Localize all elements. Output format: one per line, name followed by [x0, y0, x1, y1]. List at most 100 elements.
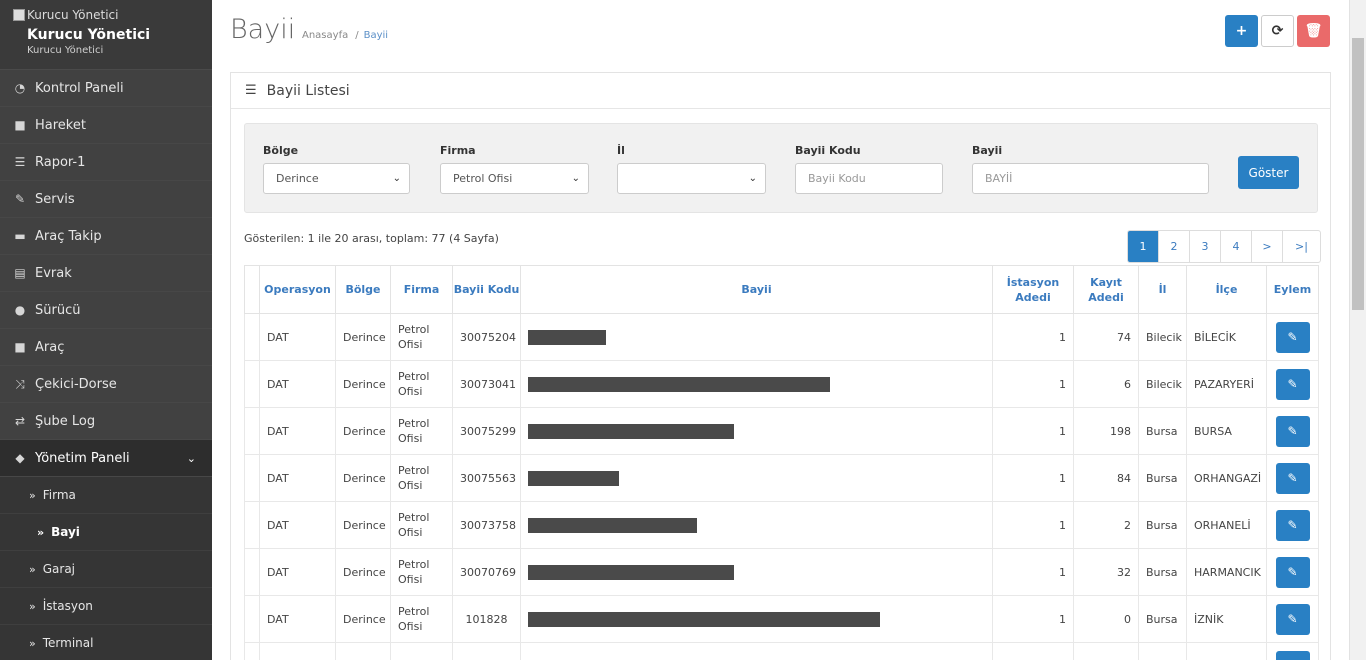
district-cell: PAZARYERİ	[1186, 360, 1267, 408]
district-cell: HARMANCIK	[1186, 548, 1267, 596]
chevron-down-icon: ⌄	[186, 451, 196, 465]
records-cell: 84	[1073, 454, 1139, 502]
vertical-scrollbar[interactable]	[1349, 0, 1366, 660]
page-2-button[interactable]: 2	[1159, 231, 1190, 262]
city-select[interactable]: ⌄	[617, 163, 766, 194]
code-cell: 101828	[452, 595, 521, 643]
redacted-dealer-name	[528, 564, 734, 580]
sidebar-subitem-terminal[interactable]: » Terminal	[0, 625, 212, 660]
edit-button[interactable]: ✎	[1275, 462, 1310, 494]
operation-cell: DAT	[259, 501, 336, 549]
sidebar-subitem-dealer[interactable]: » Bayi	[0, 514, 212, 551]
code-cell: 30073758	[452, 501, 521, 549]
delete-button[interactable]: 🗑	[1297, 15, 1330, 47]
city-cell: Bursa	[1138, 407, 1187, 455]
sidebar-item-service[interactable]: ✎ Servis	[0, 181, 212, 218]
page-3-button[interactable]: 3	[1190, 231, 1221, 262]
refresh-button[interactable]: ⟳	[1261, 15, 1294, 47]
operation-cell: DAT	[259, 360, 336, 408]
sidebar-item-branch-log[interactable]: ⇄ Şube Log	[0, 403, 212, 440]
column-header-operation[interactable]: Operasyon	[259, 265, 336, 314]
sidebar-item-vehicle-tracking[interactable]: ▬ Araç Takip	[0, 218, 212, 255]
dealer-input[interactable]: BAYİİ	[972, 163, 1209, 194]
double-chevron-right-icon: »	[29, 599, 36, 613]
truck-icon: ■	[14, 340, 26, 354]
sidebar-item-movement[interactable]: ■ Hareket	[0, 107, 212, 144]
exchange-icon: ⇄	[14, 414, 26, 428]
edit-button[interactable]: ✎	[1275, 650, 1310, 660]
region-select[interactable]: Derince ⌄	[263, 163, 410, 194]
action-cell: ✎	[1266, 407, 1319, 455]
show-button[interactable]: Göster	[1238, 156, 1299, 189]
dealer-cell	[520, 313, 993, 361]
redacted-dealer-name	[528, 329, 606, 345]
edit-button[interactable]: ✎	[1275, 368, 1310, 400]
chevron-down-icon: ⌄	[571, 173, 580, 184]
sidebar-subitem-company[interactable]: » Firma	[0, 477, 212, 514]
edit-button[interactable]: ✎	[1275, 509, 1310, 541]
sidebar-item-admin-panel[interactable]: ◆ Yönetim Paneli ⌄	[0, 440, 212, 477]
operation-cell: DAT	[259, 595, 336, 643]
car-icon: ▬	[14, 229, 26, 243]
column-header-stations[interactable]: İstasyon Adedi	[992, 265, 1074, 314]
scrollbar-thumb[interactable]	[1352, 38, 1364, 310]
city-label: İl	[617, 144, 625, 157]
company-select[interactable]: Petrol Ofisi ⌄	[440, 163, 589, 194]
stations-cell: 1	[992, 501, 1074, 549]
page-4-button[interactable]: 4	[1221, 231, 1252, 262]
company-label: Firma	[440, 144, 476, 157]
sidebar-item-control-panel[interactable]: ◔ Kontrol Paneli	[0, 70, 212, 107]
last-page-button[interactable]: >|	[1283, 231, 1320, 262]
region-cell: Derince	[335, 548, 391, 596]
sidebar-item-driver[interactable]: ● Sürücü	[0, 292, 212, 329]
page-title: Bayii	[230, 14, 296, 45]
records-cell: 198	[1073, 407, 1139, 455]
edit-button[interactable]: ✎	[1275, 603, 1310, 635]
records-cell: 0	[1073, 595, 1139, 643]
region-cell: Derince	[335, 407, 391, 455]
breadcrumb-home-link[interactable]: Anasayfa	[302, 30, 348, 41]
edit-button[interactable]: ✎	[1275, 415, 1310, 447]
region-cell: Derince	[335, 313, 391, 361]
avatar: Kurucu Yönetici	[13, 8, 200, 22]
column-header-code[interactable]: Bayii Kodu	[452, 265, 521, 314]
user-icon: ●	[14, 303, 26, 317]
city-filter: İl ⌄	[617, 144, 766, 194]
column-header-district[interactable]: İlçe	[1186, 265, 1267, 314]
sidebar-item-documents[interactable]: ▤ Evrak	[0, 255, 212, 292]
broken-image-icon	[13, 9, 25, 21]
page-1-button[interactable]: 1	[1128, 231, 1159, 262]
panel-header: ☰ Bayii Listesi	[231, 73, 1330, 109]
dealer-code-input[interactable]: Bayii Kodu	[795, 163, 943, 194]
panel-title: Bayii Listesi	[266, 82, 350, 99]
sidebar-item-label: Kontrol Paneli	[35, 80, 124, 96]
edit-button[interactable]: ✎	[1275, 556, 1310, 588]
sidebar-item-tractor-trailer[interactable]: ⤨ Çekici-Dorse	[0, 366, 212, 403]
breadcrumb-current: Bayii	[363, 30, 389, 41]
row-select-cell	[244, 595, 260, 643]
city-cell: Bursa	[1138, 595, 1187, 643]
row-select-cell	[244, 454, 260, 502]
sidebar-item-label: Yönetim Paneli	[35, 450, 130, 466]
sidebar-subitem-station[interactable]: » İstasyon	[0, 588, 212, 625]
edit-button[interactable]: ✎	[1275, 321, 1310, 353]
column-header-records[interactable]: Kayıt Adedi	[1073, 265, 1139, 314]
next-page-button[interactable]: >	[1252, 231, 1283, 262]
action-cell: ✎	[1266, 642, 1319, 660]
dealer-cell	[520, 501, 993, 549]
operation-cell: DAT	[259, 407, 336, 455]
column-header-company[interactable]: Firma	[390, 265, 453, 314]
column-header-select	[244, 265, 260, 314]
dealer-table: Operasyon Bölge Firma Bayii Kodu Bayii İ…	[244, 265, 1319, 660]
column-header-region[interactable]: Bölge	[335, 265, 391, 314]
operation-cell: DAT	[259, 454, 336, 502]
sidebar-subitem-garage[interactable]: » Garaj	[0, 551, 212, 588]
pagination: 1 2 3 4 > >|	[1127, 230, 1321, 263]
records-cell: 6	[1073, 360, 1139, 408]
add-button[interactable]: +	[1225, 15, 1258, 47]
column-header-city[interactable]: İl	[1138, 265, 1187, 314]
sidebar-item-vehicle[interactable]: ■ Araç	[0, 329, 212, 366]
sidebar-item-report[interactable]: ☰ Rapor-1	[0, 144, 212, 181]
column-header-dealer[interactable]: Bayii	[520, 265, 993, 314]
stations-cell: 1	[992, 360, 1074, 408]
